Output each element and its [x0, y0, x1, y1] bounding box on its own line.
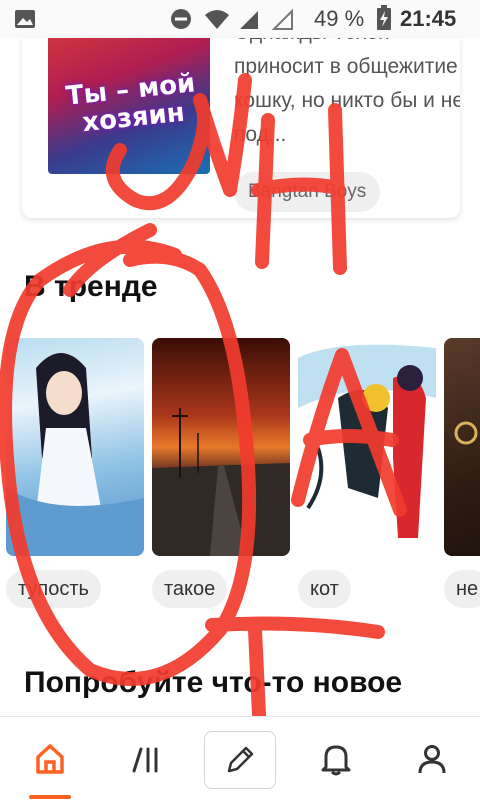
nav-notifications-button[interactable] — [306, 729, 366, 789]
trend-tag[interactable]: кот — [298, 570, 351, 608]
nav-home-button[interactable] — [20, 729, 80, 789]
face-closeup-image[interactable] — [444, 338, 480, 556]
trend-card[interactable]: тупость — [6, 338, 144, 608]
cover-title: Ты – мой хозяин — [64, 68, 197, 139]
battery-percent: 49 % — [314, 6, 365, 31]
nav-profile-button[interactable] — [402, 729, 462, 789]
story-cover-image[interactable]: Ты – мой хозяин — [48, 38, 210, 174]
bottom-navigation — [0, 716, 480, 800]
signal-icon — [240, 11, 258, 29]
story-description: Однажды Тэхён приносит в общежитие кошку… — [234, 38, 460, 146]
do-not-disturb-icon — [171, 9, 191, 29]
trend-tag[interactable]: не — [444, 570, 480, 608]
signal-empty-icon — [272, 8, 293, 30]
story-card[interactable]: Ты – мой хозяин Однажды Тэхён приносит в… — [22, 38, 460, 218]
sunset-road-image[interactable] — [152, 338, 290, 556]
active-tab-indicator — [29, 795, 71, 799]
try-something-new-title: Попробуйте что-то новое — [24, 666, 403, 699]
story-tag[interactable]: Bangtan Boys — [234, 172, 381, 212]
gallery-notification-icon — [15, 10, 35, 28]
nav-library-button[interactable] — [116, 729, 176, 789]
trend-tag[interactable]: тупость — [6, 570, 101, 608]
nav-write-button[interactable] — [204, 731, 276, 789]
ladybug-catnoir-image[interactable] — [298, 338, 436, 556]
anime-girl-image[interactable] — [6, 338, 144, 556]
clock: 21:45 — [400, 6, 457, 31]
trending-carousel[interactable]: тупость такое кот не — [6, 338, 480, 618]
trend-card[interactable]: не — [444, 338, 480, 608]
trending-title: В тренде — [24, 270, 158, 303]
battery-charging-icon — [377, 5, 391, 30]
trend-tag[interactable]: такое — [152, 570, 228, 608]
profile-icon — [418, 745, 446, 774]
library-icon — [132, 747, 158, 773]
wifi-icon — [205, 10, 229, 29]
bell-icon — [321, 745, 351, 776]
pencil-icon — [227, 746, 254, 773]
home-icon — [36, 744, 64, 774]
trend-card[interactable]: кот — [298, 338, 436, 608]
status-bar: 49 % 21:45 — [0, 0, 480, 38]
trend-card[interactable]: такое — [152, 338, 290, 608]
